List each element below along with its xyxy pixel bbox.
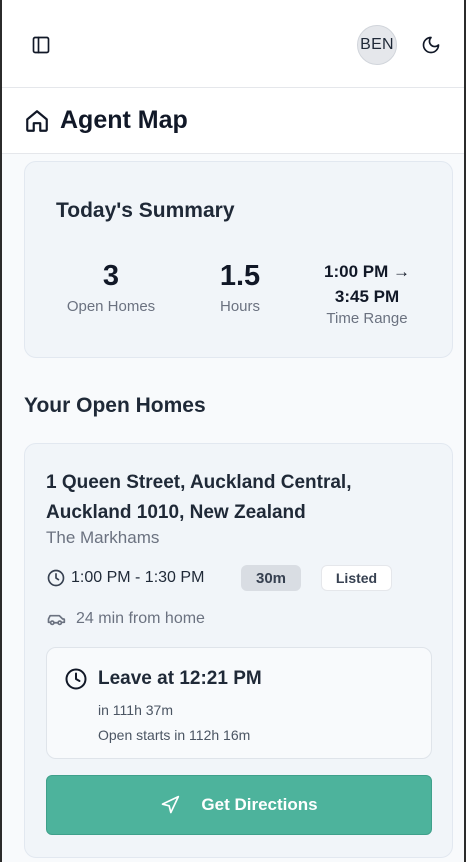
- duration-badge: 30m: [241, 565, 301, 591]
- stat-time-range: 1:00 PM → 3:45 PM Time Range: [307, 259, 427, 327]
- leave-time-box: Leave at 12:21 PM in 111h 37m Open start…: [46, 647, 432, 759]
- section-title: Your Open Homes: [24, 394, 206, 417]
- home-icon: [26, 109, 48, 132]
- page-title: Agent Map: [60, 106, 188, 134]
- clock-icon: [47, 569, 65, 587]
- stat-label: Hours: [219, 298, 260, 315]
- moon-icon: [422, 36, 440, 54]
- travel-time: 24 min from home: [76, 610, 205, 627]
- time-row: 1:00 PM - 1:30 PM: [46, 565, 204, 591]
- stat-value: 1.5: [219, 260, 261, 292]
- stat-value: 3: [102, 260, 120, 292]
- time-range-end: 3:45 PM: [334, 287, 400, 306]
- theme-toggle-button[interactable]: [418, 32, 444, 58]
- leave-countdown: in 111h 37m: [98, 702, 173, 718]
- stat-label: Open Homes: [66, 298, 156, 315]
- summary-title: Today's Summary: [56, 199, 235, 222]
- summary-card: Today's Summary 3 Open Homes 1.5 Hours 1…: [24, 161, 453, 358]
- get-directions-label: Get Directions: [201, 795, 318, 814]
- vendor-name: The Markhams: [46, 528, 160, 547]
- stat-label: Time Range: [326, 310, 408, 327]
- stat-open-homes: 3 Open Homes: [61, 260, 161, 315]
- top-bar: BEN: [2, 0, 464, 88]
- car-icon: [47, 614, 66, 626]
- navigation-icon: [162, 795, 180, 814]
- status-badge: Listed: [321, 565, 392, 591]
- clock-icon: [65, 668, 87, 690]
- time-range-start: 1:00 PM →: [324, 262, 410, 281]
- leave-at-time: Leave at 12:21 PM: [98, 668, 262, 689]
- open-home-card[interactable]: 1 Queen Street, Auckland Central, Auckla…: [24, 443, 453, 858]
- app-frame: BEN Agent Map Today's Summary 3 Open Hom…: [0, 0, 466, 862]
- user-avatar[interactable]: BEN: [357, 25, 397, 65]
- get-directions-button[interactable]: Get Directions: [46, 775, 432, 835]
- travel-row: 24 min from home: [46, 607, 205, 631]
- page-header: Agent Map: [2, 88, 464, 154]
- sidebar-icon: [32, 36, 50, 54]
- property-address: 1 Queen Street, Auckland Central, Auckla…: [46, 472, 352, 523]
- stat-hours: 1.5 Hours: [190, 260, 290, 315]
- open-home-time: 1:00 PM - 1:30 PM: [71, 569, 205, 586]
- open-starts-countdown: Open starts in 112h 16m: [98, 727, 251, 743]
- sidebar-toggle-button[interactable]: [28, 32, 54, 58]
